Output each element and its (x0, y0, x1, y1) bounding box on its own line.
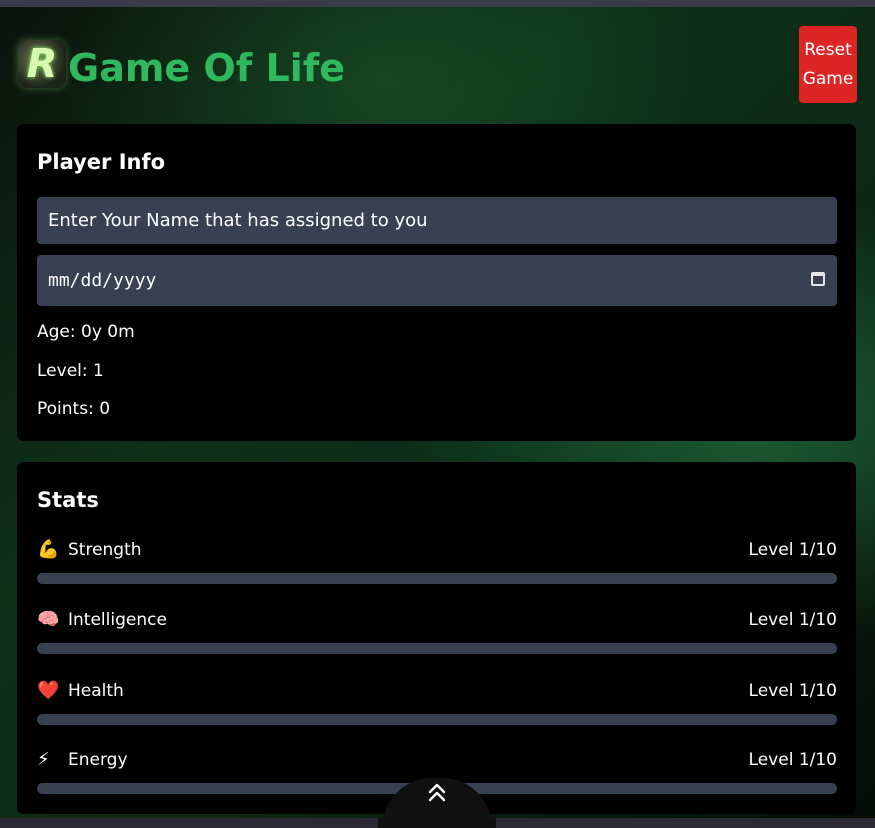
window-top-border (0, 0, 875, 7)
stat-label: Strength (68, 540, 142, 560)
stat-level: Level 1/10 (748, 540, 837, 560)
stat-level: Level 1/10 (748, 750, 837, 770)
stat-label: Health (68, 681, 124, 701)
heart-icon: ❤️ (37, 680, 60, 701)
stats-title: Stats (37, 488, 99, 512)
date-input-placeholder: mm/dd/yyyy (48, 270, 157, 291)
calendar-icon[interactable] (811, 272, 825, 286)
player-info-title: Player Info (37, 150, 166, 174)
points-text: Points: 0 (37, 399, 111, 419)
stat-label: Energy (68, 750, 128, 770)
stat-row-health: ❤️ Health Level 1/10 (37, 678, 837, 732)
brain-icon: 🧠 (37, 609, 60, 630)
stat-row-intelligence: 🧠 Intelligence Level 1/10 (37, 607, 837, 661)
stat-label: Intelligence (68, 610, 167, 630)
stat-progress-bar (37, 573, 837, 584)
reset-game-label: Reset Game (802, 39, 854, 89)
birthdate-input[interactable]: mm/dd/yyyy (37, 255, 837, 306)
stat-progress-bar (37, 643, 837, 654)
name-input[interactable]: Enter Your Name that has assigned to you (37, 197, 837, 244)
stat-progress-bar (37, 714, 837, 725)
page-title: Game Of Life (68, 46, 346, 90)
level-text: Level: 1 (37, 361, 104, 381)
stats-card: Stats 💪 Strength Level 1/10 🧠 Intelligen… (17, 462, 856, 814)
double-chevron-up-icon (428, 783, 446, 802)
stat-row-strength: 💪 Strength Level 1/10 (37, 537, 837, 591)
app-header: R Game Of Life Reset Game (16, 26, 857, 108)
logo: R (18, 40, 66, 88)
lightning-icon: ⚡ (37, 749, 50, 770)
stat-level: Level 1/10 (748, 681, 837, 701)
logo-letter: R (26, 41, 58, 87)
name-input-placeholder: Enter Your Name that has assigned to you (48, 210, 428, 231)
player-info-card: Player Info Enter Your Name that has ass… (17, 124, 856, 441)
stat-level: Level 1/10 (748, 610, 837, 630)
flexed-biceps-icon: 💪 (37, 539, 60, 560)
reset-game-button[interactable]: Reset Game (799, 26, 857, 103)
age-text: Age: 0y 0m (37, 322, 135, 342)
